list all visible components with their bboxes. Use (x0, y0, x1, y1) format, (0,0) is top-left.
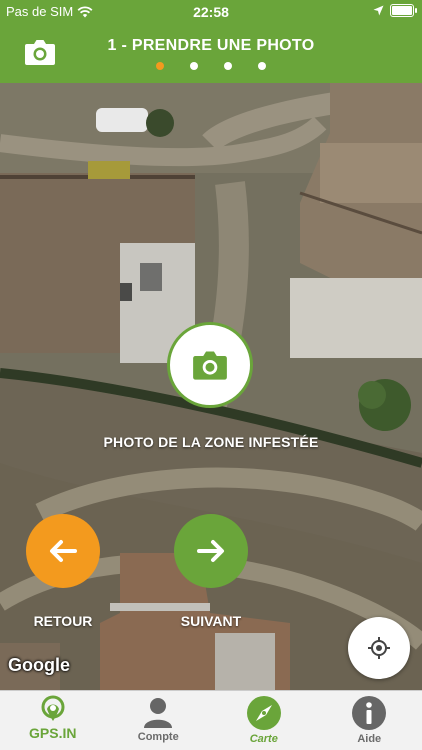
arrow-right-icon (197, 540, 224, 562)
status-bar: Pas de SIM 22:58 (0, 0, 422, 24)
gps-in-logo-icon (41, 695, 65, 721)
step-indicator (0, 62, 422, 70)
tab-label: Aide (357, 733, 382, 745)
location-arrow-icon (373, 5, 384, 16)
user-icon (144, 698, 173, 728)
take-photo-button[interactable] (167, 322, 253, 408)
crosshair-icon (368, 637, 390, 659)
tab-carte[interactable]: Carte (211, 691, 317, 750)
tab-label: Compte (137, 731, 179, 743)
google-attribution: Google (8, 655, 70, 675)
top-header: 1 - PRENDRE UNE PHOTO (0, 24, 422, 83)
step-dot (258, 62, 266, 70)
page-title: 1 - PRENDRE UNE PHOTO (107, 37, 315, 54)
locate-me-button[interactable] (348, 617, 410, 679)
app-logo-text: GPS.IN (29, 725, 77, 741)
next-button[interactable] (174, 514, 248, 588)
info-icon (352, 696, 387, 730)
tab-aide[interactable]: Aide (317, 691, 422, 750)
step-dot-active (156, 62, 164, 70)
tab-label: Carte (249, 733, 278, 745)
step-dot (224, 62, 232, 70)
photo-instruction-label: PHOTO DE LA ZONE INFESTÉE (103, 434, 319, 450)
next-label: SUIVANT (180, 613, 242, 629)
camera-icon (193, 351, 227, 380)
battery-icon (390, 4, 417, 17)
compass-icon (246, 696, 281, 730)
arrow-left-icon (50, 540, 77, 562)
bottom-tab-bar: GPS.IN Compte Carte Aide (0, 690, 422, 750)
tab-compte[interactable]: Compte (106, 691, 212, 750)
step-dot (190, 62, 198, 70)
clock: 22:58 (193, 4, 229, 20)
back-button[interactable] (26, 514, 100, 588)
tab-home-logo[interactable]: GPS.IN (0, 691, 106, 750)
back-label: RETOUR (33, 613, 93, 629)
